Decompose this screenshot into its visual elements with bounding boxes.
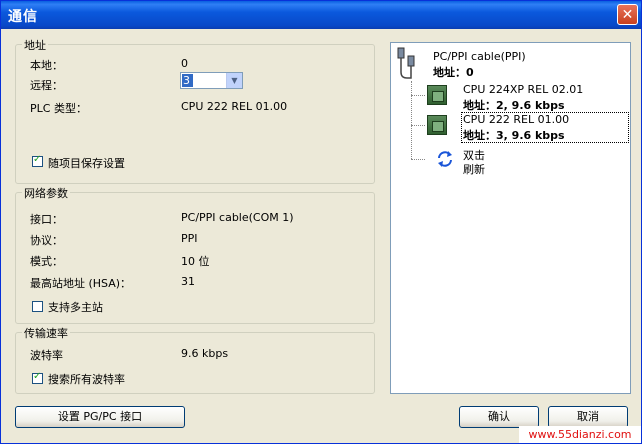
refresh-icon[interactable] — [435, 149, 455, 169]
plc-icon — [427, 85, 447, 105]
remote-address-value: 3 — [182, 74, 193, 87]
device-1-name[interactable]: CPU 224XP REL 02.01 — [463, 83, 583, 96]
plc-type-value: CPU 222 REL 01.00 — [181, 100, 288, 113]
site-watermark: www.55dianzi.com — [519, 426, 641, 443]
chevron-down-icon[interactable]: ▼ — [226, 73, 242, 88]
search-all-baud-label[interactable]: 搜索所有波特率 — [48, 371, 125, 387]
window-title: 通信 — [8, 9, 38, 25]
interface-value: PC/PPI cable(COM 1) — [181, 211, 294, 224]
set-pgpc-interface-button[interactable]: 设置 PG/PC 接口 — [15, 406, 185, 428]
title-bar[interactable]: 通信 ✕ — [1, 1, 641, 29]
search-all-baud-checkbox[interactable] — [32, 371, 43, 384]
baud-rate-legend: 传输速率 — [22, 325, 70, 341]
hsa-value: 31 — [181, 275, 195, 288]
device-tree[interactable]: PC/PPI cable(PPI) 地址：0 CPU 224XP REL 02.… — [390, 42, 631, 394]
ok-button[interactable]: 确认 — [459, 406, 539, 428]
multi-master-label[interactable]: 支持多主站 — [48, 299, 103, 315]
mode-value: 10 位 — [181, 255, 210, 268]
root-address-text: 地址：0 — [433, 66, 474, 79]
local-address-value: 0 — [181, 57, 188, 70]
network-params-group: 网络参数 接口： PC/PPI cable(COM 1) 协议： PPI 模式：… — [15, 185, 375, 324]
cancel-button[interactable]: 取消 — [548, 406, 628, 428]
close-button[interactable]: ✕ — [617, 4, 638, 25]
device-2-address: 地址：3, 9.6 kbps — [463, 129, 565, 142]
protocol-label: 协议： — [30, 234, 63, 247]
interface-label: 接口： — [30, 213, 63, 226]
device-2-name[interactable]: CPU 222 REL 01.00 — [463, 113, 569, 126]
address-group: 地址 本地： 0 远程： PLC 类型： CPU 222 REL 01.00 随… — [15, 37, 375, 184]
device-1-address: 地址：2, 9.6 kbps — [463, 99, 565, 112]
plc-icon — [427, 115, 447, 135]
communication-dialog: 通信 ✕ 地址 本地： 0 远程： PLC 类型： CPU 222 REL 01… — [0, 0, 642, 444]
network-params-legend: 网络参数 — [22, 185, 70, 201]
root-node-address: 地址：0 — [433, 64, 474, 80]
address-group-legend: 地址 — [22, 37, 48, 53]
baud-rate-group: 传输速率 波特率 9.6 kbps 搜索所有波特率 — [15, 325, 375, 394]
protocol-value: PPI — [181, 232, 198, 245]
tree-connector-3 — [411, 159, 425, 160]
local-address-label: 本地： — [30, 59, 63, 72]
mode-label: 模式： — [30, 255, 63, 268]
remote-address-select[interactable]: 3 ▼ — [180, 72, 243, 89]
cable-icon — [397, 47, 415, 79]
plc-type-label: PLC 类型： — [30, 102, 87, 115]
multi-master-checkbox[interactable] — [32, 301, 43, 312]
tree-connector-1 — [411, 95, 425, 96]
remote-address-label: 远程： — [30, 79, 63, 92]
save-with-project-label[interactable]: 随项目保存设置 — [48, 155, 125, 171]
hsa-label: 最高站地址 (HSA)： — [30, 277, 132, 290]
root-node-name[interactable]: PC/PPI cable(PPI) — [433, 50, 526, 63]
tree-connector-2 — [411, 125, 425, 126]
baud-rate-label: 波特率 — [30, 349, 63, 362]
save-with-project-checkbox[interactable] — [32, 154, 43, 167]
tree-connector-vertical — [411, 81, 412, 159]
refresh-line2[interactable]: 刷新 — [463, 161, 485, 177]
baud-rate-value: 9.6 kbps — [181, 347, 229, 360]
